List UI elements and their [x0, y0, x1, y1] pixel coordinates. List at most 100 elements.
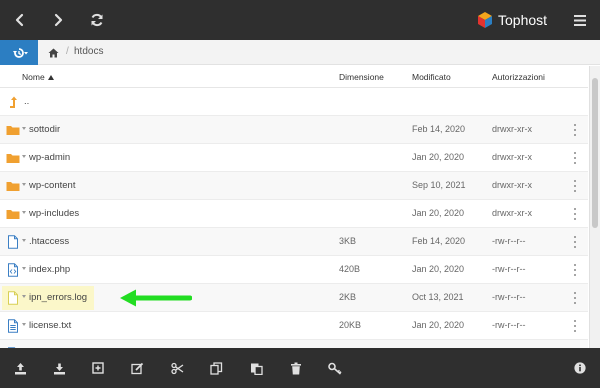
- parent-directory-row[interactable]: ..: [0, 88, 588, 116]
- list-item[interactable]: wp-content Sep 10, 2021 drwxr-xr-x: [0, 172, 588, 200]
- breadcrumb-bar: / htdocs: [0, 40, 600, 65]
- copy-icon: [209, 361, 222, 375]
- upload-button[interactable]: [12, 360, 28, 376]
- back-button[interactable]: [8, 8, 32, 32]
- history-icon: [13, 47, 28, 58]
- file-modified: Jan 20, 2020: [412, 264, 465, 274]
- file-icon: [8, 291, 18, 305]
- row-actions-kebab-icon[interactable]: [572, 264, 578, 276]
- download-icon: [53, 363, 65, 374]
- home-icon: [48, 48, 58, 57]
- file-permissions: drwxr-xr-x: [492, 180, 532, 190]
- list-item[interactable]: index.php 420B Jan 20, 2020 -rw-r--r--: [0, 256, 588, 284]
- chevron-left-icon: [15, 13, 24, 27]
- chevron-down-icon: [22, 323, 26, 326]
- cut-button[interactable]: [169, 360, 185, 376]
- info-icon: [574, 362, 586, 374]
- file-name: wp-content: [29, 180, 76, 191]
- history-dropdown-button[interactable]: [0, 40, 38, 65]
- row-actions-kebab-icon[interactable]: [572, 320, 578, 332]
- chevron-down-icon: [22, 267, 26, 270]
- refresh-button[interactable]: [85, 8, 109, 32]
- permissions-button[interactable]: [327, 360, 343, 376]
- column-header-permissions[interactable]: Autorizzazioni: [492, 72, 545, 82]
- file-modified: Jan 20, 2020: [412, 152, 465, 162]
- green-arrow-annotation-icon: [120, 289, 192, 307]
- file-name: ipn_errors.log: [29, 292, 88, 303]
- chevron-down-icon: [22, 127, 26, 130]
- chevron-down-icon: [22, 155, 26, 158]
- row-actions-kebab-icon[interactable]: [572, 292, 578, 304]
- file-permissions: -rw-r--r--: [492, 264, 526, 274]
- file-modified: Oct 13, 2021: [412, 292, 464, 302]
- file-permissions: -rw-r--r--: [492, 236, 526, 246]
- tophost-logo-icon: [478, 12, 492, 28]
- text-file-icon: [8, 319, 18, 333]
- list-item[interactable]: wp-includes Jan 20, 2020 drwxr-xr-x: [0, 200, 588, 228]
- file-size: 20KB: [339, 320, 362, 330]
- list-item[interactable]: .htaccess 3KB Feb 14, 2020 -rw-r--r--: [0, 228, 588, 256]
- upload-icon: [14, 362, 26, 374]
- new-folder-icon: [92, 362, 104, 374]
- file-permissions: drwxr-xr-x: [492, 124, 532, 134]
- file-name: wp-includes: [29, 208, 80, 219]
- home-button[interactable]: [46, 46, 60, 59]
- hamburger-menu-icon: [574, 14, 586, 26]
- new-folder-button[interactable]: [90, 360, 106, 376]
- code-file-icon: [8, 263, 18, 277]
- row-actions-kebab-icon[interactable]: [572, 236, 578, 248]
- file-name: sottodir: [29, 124, 61, 135]
- file-modified: Feb 14, 2020: [412, 124, 466, 134]
- breadcrumb-separator: /: [66, 46, 69, 57]
- file-list: .. sottodir Feb 14, 2020 drwxr-xr-x wp-a…: [0, 88, 588, 348]
- row-actions-kebab-icon[interactable]: [572, 180, 578, 192]
- brand-name: Tophost: [498, 12, 548, 28]
- file-size: 2KB: [339, 292, 357, 302]
- delete-button[interactable]: [288, 360, 304, 376]
- chevron-right-icon: [54, 13, 63, 27]
- chevron-down-icon: [22, 295, 26, 298]
- top-bar: Tophost: [0, 0, 600, 40]
- info-button[interactable]: [572, 360, 588, 376]
- copy-button[interactable]: [208, 360, 224, 376]
- vertical-scrollbar[interactable]: [589, 66, 600, 348]
- menu-button[interactable]: [568, 8, 592, 32]
- file-permissions: -rw-r--r--: [492, 292, 526, 302]
- chevron-down-icon: [22, 211, 26, 214]
- list-item-highlighted[interactable]: ipn_errors.log 2KB Oct 13, 2021 -rw-r--r…: [0, 284, 588, 312]
- level-up-icon: [10, 96, 17, 108]
- column-header-size[interactable]: Dimensione: [339, 72, 384, 82]
- list-item[interactable]: wp-admin Jan 20, 2020 drwxr-xr-x: [0, 144, 588, 172]
- file-name: .htaccess: [29, 236, 70, 247]
- list-item[interactable]: license.txt 20KB Jan 20, 2020 -rw-r--r--: [0, 312, 588, 340]
- download-button[interactable]: [51, 360, 67, 376]
- file-name: license.txt: [29, 320, 72, 331]
- edit-button[interactable]: [129, 360, 145, 376]
- list-item[interactable]: sottodir Feb 14, 2020 drwxr-xr-x: [0, 116, 588, 144]
- file-permissions: -rw-r--r--: [492, 320, 526, 330]
- row-actions-kebab-icon[interactable]: [572, 124, 578, 136]
- column-header-name[interactable]: Nome: [22, 72, 55, 82]
- column-header-modified[interactable]: Modificato: [412, 72, 451, 82]
- row-actions-kebab-icon[interactable]: [572, 208, 578, 220]
- file-name: index.php: [29, 264, 71, 275]
- file-modified: Jan 20, 2020: [412, 208, 465, 218]
- file-icon: [8, 235, 18, 249]
- folder-icon: [6, 182, 20, 191]
- parent-directory-label: ..: [24, 96, 30, 107]
- paste-icon: [250, 363, 263, 375]
- brand-logo: Tophost: [476, 9, 547, 31]
- folder-icon: [6, 210, 20, 219]
- row-actions-kebab-icon[interactable]: [572, 152, 578, 164]
- scrollbar-thumb[interactable]: [592, 78, 598, 228]
- forward-button[interactable]: [46, 8, 70, 32]
- list-item[interactable]: [0, 340, 588, 348]
- file-permissions: drwxr-xr-x: [492, 152, 532, 162]
- sort-ascending-icon: [48, 75, 55, 81]
- folder-icon: [6, 154, 20, 163]
- breadcrumb-item-htdocs[interactable]: htdocs: [74, 46, 103, 57]
- bottom-toolbar: [0, 348, 600, 388]
- paste-button[interactable]: [248, 360, 264, 376]
- column-header-name-label: Nome: [22, 72, 45, 82]
- refresh-icon: [91, 13, 103, 27]
